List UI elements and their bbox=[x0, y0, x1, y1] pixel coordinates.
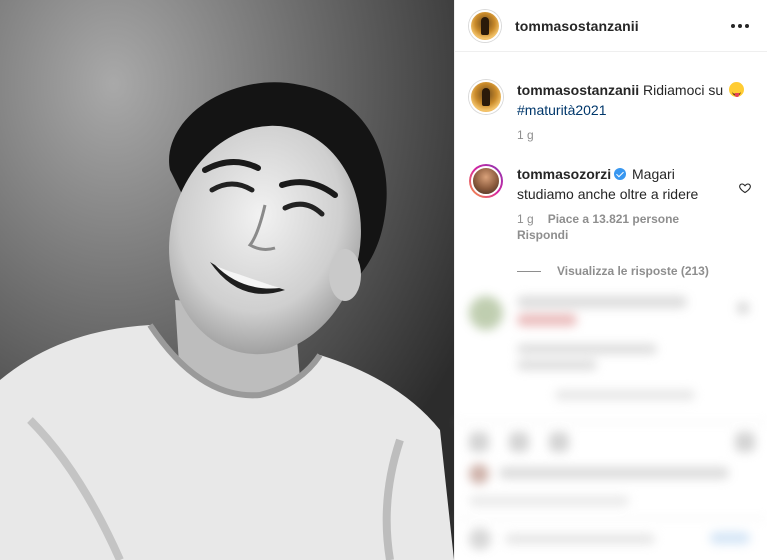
post-photo[interactable] bbox=[0, 0, 454, 560]
author-avatar[interactable] bbox=[469, 9, 501, 42]
tongue-emoji-icon bbox=[729, 82, 745, 97]
comment-timestamp[interactable]: 1 g bbox=[517, 212, 534, 226]
caption: tommasostanzanii Ridiamoci su #maturità2… bbox=[455, 52, 767, 120]
post-side-panel: tommasostanzanii tommasostanzanii Ridiam… bbox=[454, 0, 767, 560]
replies-divider bbox=[517, 270, 541, 272]
caption-username[interactable]: tommasostanzanii bbox=[517, 82, 639, 98]
comment: tommasozorzi Magari studiamo anche oltre… bbox=[455, 142, 767, 204]
verified-badge-icon bbox=[614, 168, 627, 180]
caption-timestamp[interactable]: 1 g bbox=[455, 120, 767, 142]
comment-meta: 1 g Piace a 13.821 persone bbox=[455, 204, 767, 226]
view-replies-button[interactable]: Visualizza le risposte (213) bbox=[455, 242, 767, 278]
comment-likes-count[interactable]: Piace a 13.821 persone bbox=[548, 212, 679, 226]
heart-icon[interactable] bbox=[739, 182, 751, 194]
header-username[interactable]: tommasostanzanii bbox=[515, 18, 639, 34]
caption-text: Ridiamoci su bbox=[643, 82, 724, 98]
caption-hashtag[interactable]: #maturità2021 bbox=[517, 102, 607, 118]
reply-button[interactable]: Rispondi bbox=[455, 226, 767, 242]
commenter-avatar[interactable] bbox=[469, 164, 503, 198]
caption-avatar[interactable] bbox=[469, 80, 503, 114]
post-header: tommasostanzanii bbox=[455, 0, 767, 52]
comment-username[interactable]: tommasozorzi bbox=[517, 166, 611, 182]
more-options-icon[interactable] bbox=[727, 18, 753, 34]
portrait-image bbox=[0, 0, 454, 560]
blurred-comments bbox=[455, 282, 767, 560]
view-replies-label: Visualizza le risposte (213) bbox=[557, 264, 709, 278]
